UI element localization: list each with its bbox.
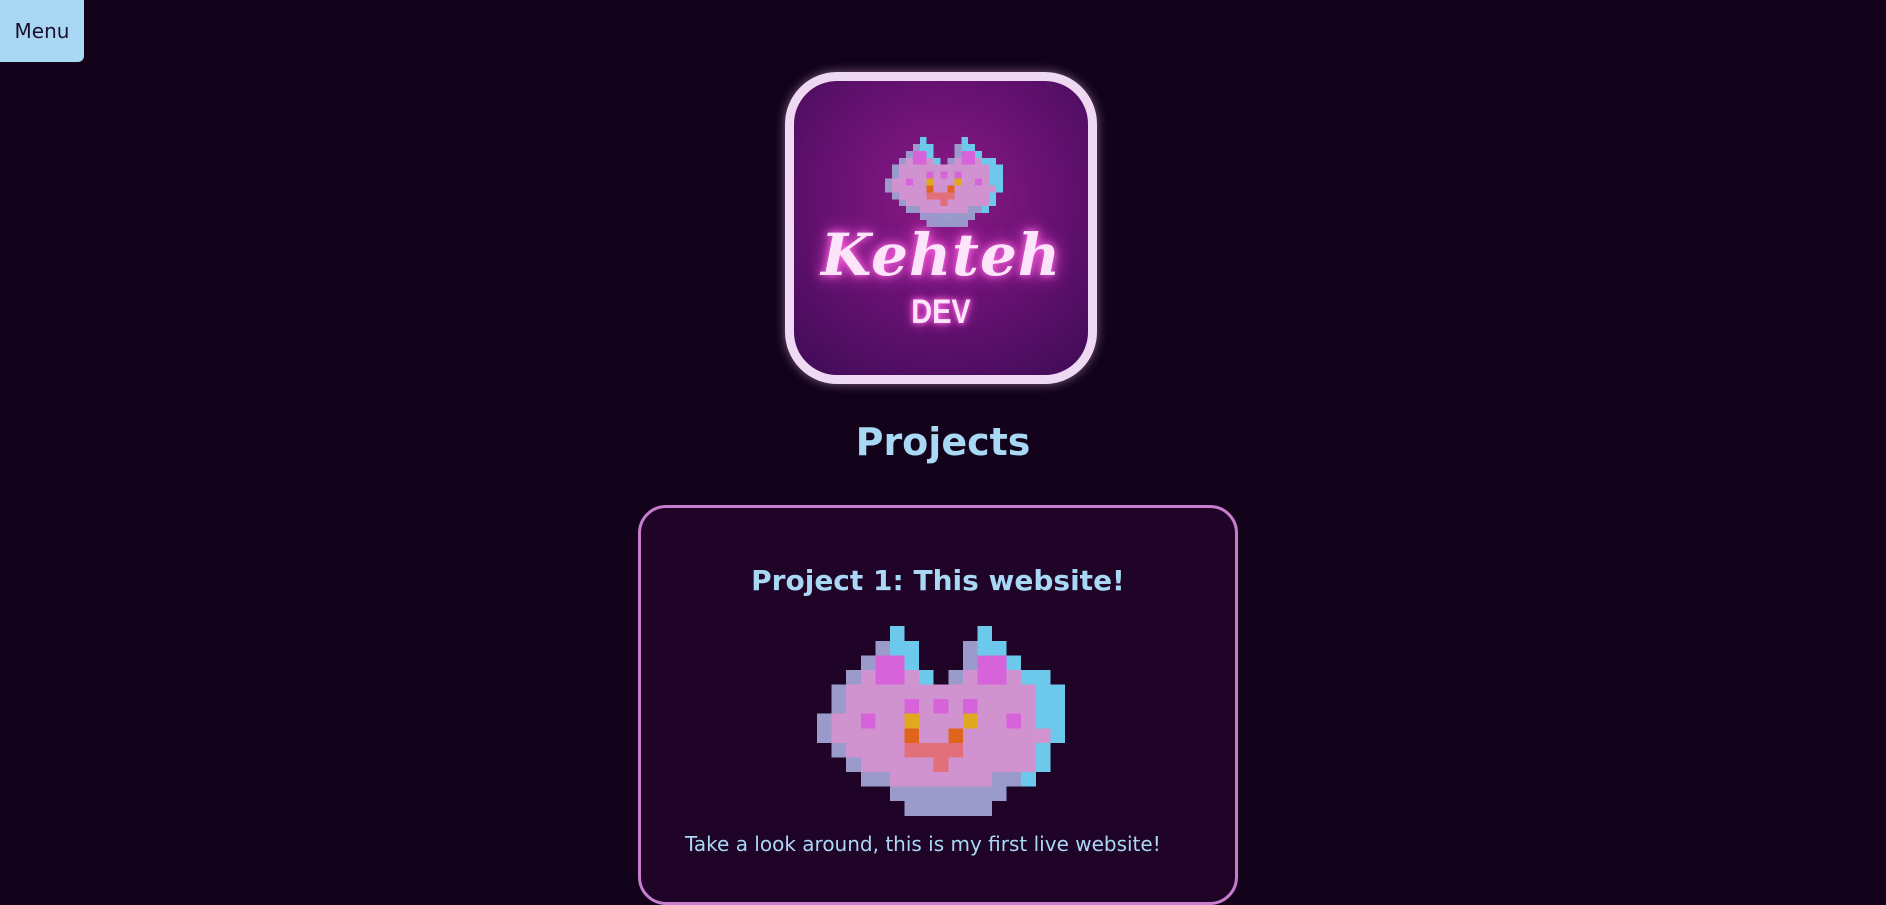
project-card: Project 1: This website! Take a look aro… [638,505,1238,905]
project-title: Project 1: This website! [751,564,1125,597]
pixel-cat-heart-icon [817,626,1065,816]
site-logo: Kehteh DEV [785,72,1097,384]
menu-button[interactable]: Menu [0,0,84,62]
page-title: Projects [855,420,1031,464]
logo-subtext: DEV [911,293,971,331]
project-description: Take a look around, this is my first liv… [685,832,1161,856]
logo-wordmark: Kehteh [820,221,1062,289]
pixel-cat-heart-icon [884,137,1004,227]
